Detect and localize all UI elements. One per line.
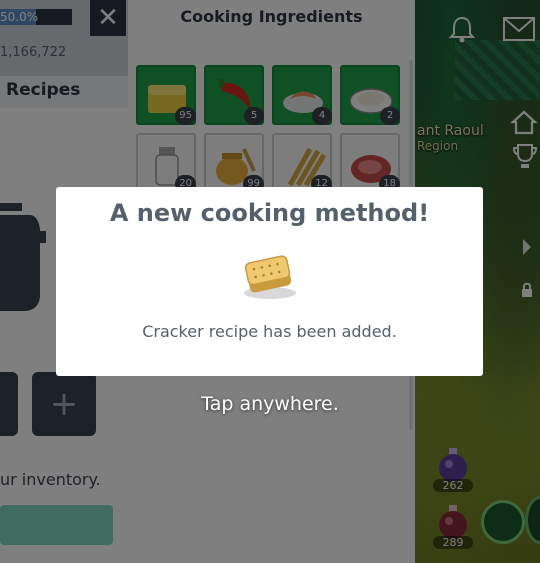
cracker-icon [244,255,296,299]
new-recipe-popup[interactable]: A new cooking method! Cracker recipe has… [56,187,483,376]
tap-anywhere-hint: Tap anywhere. [201,393,339,415]
popup-title: A new cooking method! [109,199,430,227]
popup-message: Cracker recipe has been added. [142,322,397,341]
